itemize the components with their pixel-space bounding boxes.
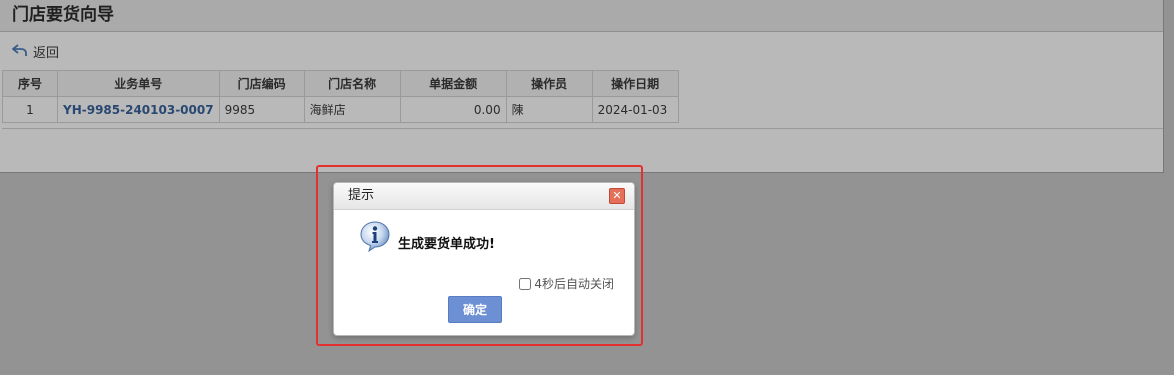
dialog-message: 生成要货单成功! bbox=[398, 237, 495, 252]
close-icon[interactable]: ✕ bbox=[609, 188, 625, 204]
alert-dialog: 提示 ✕ 生成要货单成功! 4秒后自动关闭 确定 bbox=[333, 182, 635, 336]
ok-button[interactable]: 确定 bbox=[448, 296, 502, 323]
auto-close-checkbox[interactable] bbox=[519, 277, 532, 290]
auto-close-label: 4秒后自动关闭 bbox=[534, 277, 614, 291]
dialog-body: 生成要货单成功! 4秒后自动关闭 确定 bbox=[334, 210, 634, 335]
info-icon bbox=[360, 221, 390, 252]
dialog-title: 提示 bbox=[348, 188, 375, 203]
dialog-header: 提示 ✕ bbox=[334, 183, 634, 210]
auto-close-option[interactable]: 4秒后自动关闭 bbox=[519, 275, 614, 292]
